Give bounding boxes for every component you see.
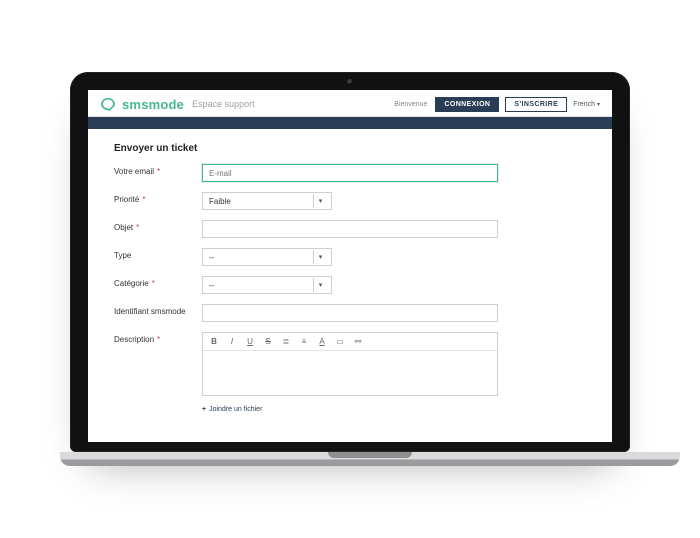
image-button[interactable]: ▭: [335, 337, 345, 346]
priority-value: Faible: [209, 197, 231, 206]
editor-toolbar: B I U S ≣ ≡ A ▭ ⚯: [203, 333, 497, 351]
language-label: French: [573, 101, 595, 108]
brand: smsmode Espace support: [100, 96, 255, 112]
row-type: Type -- ▾: [114, 248, 498, 266]
language-selector[interactable]: French ▾: [573, 101, 600, 108]
priority-select[interactable]: Faible ▾: [202, 192, 332, 210]
nav-stripe: [88, 117, 612, 129]
chevron-down-icon: ▾: [313, 194, 327, 208]
type-select[interactable]: -- ▾: [202, 248, 332, 266]
label-identifier: Identifiant smsmode: [114, 304, 202, 316]
row-category: Catégorie* -- ▾: [114, 276, 498, 294]
laptop-frame: smsmode Espace support Bienvenue CONNEXI…: [70, 72, 630, 452]
description-editor: B I U S ≣ ≡ A ▭ ⚯: [202, 332, 498, 396]
row-email: Votre email*: [114, 164, 498, 182]
textcolor-button[interactable]: A: [317, 337, 327, 346]
underline-button[interactable]: U: [245, 337, 255, 346]
label-description: Description*: [114, 332, 202, 344]
brand-subtitle: Espace support: [192, 99, 255, 109]
link-button[interactable]: ⚯: [353, 337, 363, 346]
attach-file-link[interactable]: + Joindre un fichier: [202, 406, 498, 413]
topbar: smsmode Espace support Bienvenue CONNEXI…: [88, 90, 612, 117]
ticket-form: Envoyer un ticket Votre email* Prio: [114, 143, 498, 442]
row-subject: Objet*: [114, 220, 498, 238]
signup-button[interactable]: S'INSCRIRE: [505, 97, 567, 112]
italic-button[interactable]: I: [227, 337, 237, 346]
chevron-down-icon: ▾: [313, 278, 327, 292]
laptop-mockup: smsmode Espace support Bienvenue CONNEXI…: [60, 72, 640, 466]
identifier-input[interactable]: [202, 304, 498, 322]
topbar-actions: Bienvenue CONNEXION S'INSCRIRE French ▾: [394, 97, 600, 112]
laptop-base: [60, 452, 680, 466]
subject-input[interactable]: [202, 220, 498, 238]
plus-icon: +: [202, 406, 206, 413]
bullets-button[interactable]: ≣: [281, 337, 291, 346]
camera-icon: [347, 79, 353, 85]
brand-name: smsmode: [122, 97, 184, 112]
attach-label: Joindre un fichier: [209, 406, 262, 413]
row-identifier: Identifiant smsmode: [114, 304, 498, 322]
category-select[interactable]: -- ▾: [202, 276, 332, 294]
category-value: --: [209, 281, 214, 290]
email-input[interactable]: [202, 164, 498, 182]
numbers-button[interactable]: ≡: [299, 337, 309, 346]
chevron-down-icon: ▾: [313, 250, 327, 264]
welcome-text: Bienvenue: [394, 101, 427, 108]
label-priority: Priorité*: [114, 192, 202, 204]
label-category: Catégorie*: [114, 276, 202, 288]
strike-button[interactable]: S: [263, 337, 273, 346]
support-page: smsmode Espace support Bienvenue CONNEXI…: [88, 90, 612, 442]
bold-button[interactable]: B: [209, 337, 219, 346]
row-description: Description* B I U S ≣: [114, 332, 498, 396]
description-textarea[interactable]: [203, 351, 497, 395]
label-type: Type: [114, 248, 202, 260]
chevron-down-icon: ▾: [597, 101, 600, 108]
content: Envoyer un ticket Votre email* Prio: [88, 129, 612, 442]
sidebar-empty: [514, 143, 604, 442]
type-value: --: [209, 253, 214, 262]
label-email: Votre email*: [114, 164, 202, 176]
label-subject: Objet*: [114, 220, 202, 232]
row-priority: Priorité* Faible ▾: [114, 192, 498, 210]
login-button[interactable]: CONNEXION: [435, 97, 499, 112]
page-title: Envoyer un ticket: [114, 143, 498, 154]
logo-icon: [100, 96, 116, 112]
screen: smsmode Espace support Bienvenue CONNEXI…: [88, 90, 612, 442]
